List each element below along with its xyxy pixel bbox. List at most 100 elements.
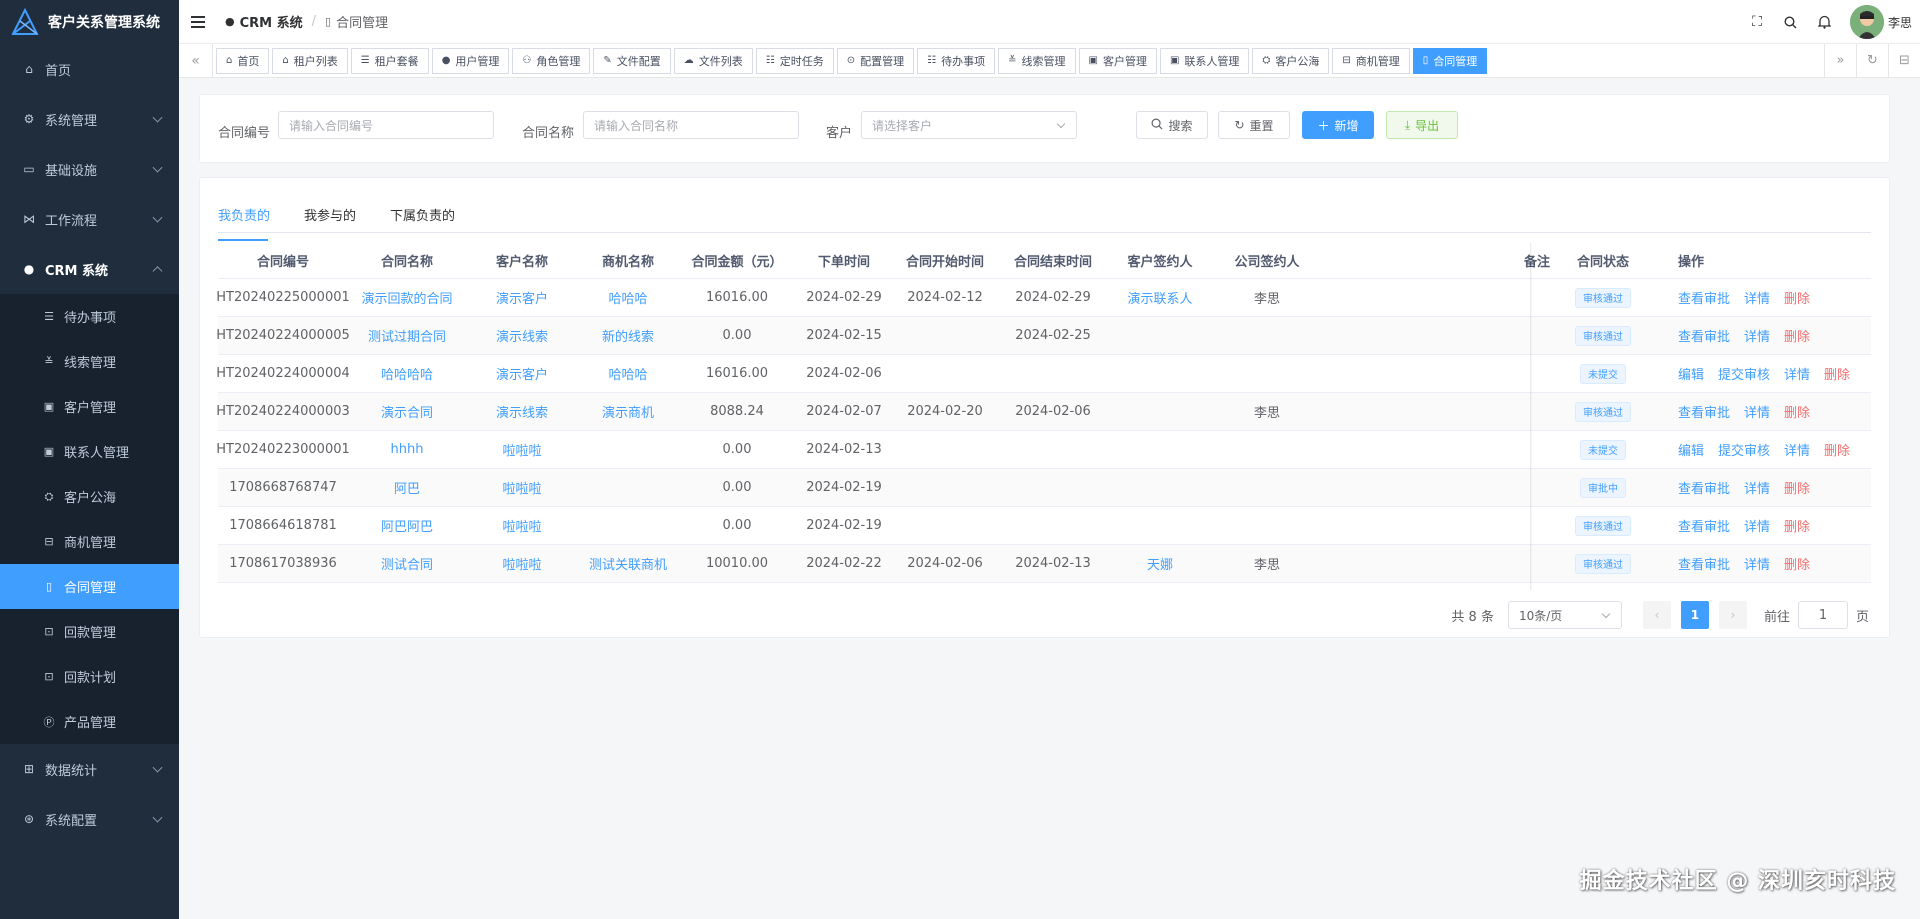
cell-business[interactable]: 演示商机 [578, 393, 678, 430]
page-size-select[interactable]: 10条/页 [1507, 601, 1622, 629]
refresh-icon[interactable]: ↻ [1856, 43, 1888, 78]
tag-item[interactable]: ⊟ 商机管理 [1332, 47, 1410, 74]
cell-customer[interactable]: 啦啦啦 [466, 431, 578, 468]
tab-subordinate[interactable]: 下属负责的 [390, 205, 455, 224]
cell-cust-signer[interactable]: 天娜 [1108, 545, 1212, 582]
row-action-delete[interactable]: 删除 [1784, 516, 1810, 535]
contract-no-input[interactable]: 请输入合同编号 [278, 111, 494, 139]
cell-name[interactable]: 演示合同 [348, 393, 466, 430]
row-action-edit[interactable]: 编辑 [1678, 440, 1704, 459]
tag-item[interactable]: ≚ 线索管理 [998, 47, 1076, 74]
sidebar-item-stats[interactable]: ⊞ 数据统计 [0, 744, 179, 794]
row-action-edit[interactable]: 编辑 [1678, 364, 1704, 383]
row-action-delete[interactable]: 删除 [1784, 402, 1810, 421]
tag-item[interactable]: ✎ 文件配置 [593, 47, 671, 74]
row-action-detail[interactable]: 详情 [1744, 516, 1770, 535]
cell-name[interactable]: 测试合同 [348, 545, 466, 582]
cell-business[interactable]: 哈哈哈 [578, 279, 678, 316]
cell-customer[interactable]: 啦啦啦 [466, 545, 578, 582]
tag-item[interactable]: ☷ 待办事项 [917, 47, 996, 74]
row-action-delete[interactable]: 删除 [1784, 478, 1810, 497]
row-action-view-approval[interactable]: 查看审批 [1678, 402, 1730, 421]
fullscreen-icon[interactable]: ⛶ [1749, 14, 1765, 30]
search-button[interactable]: 搜索 [1136, 111, 1208, 139]
sidebar-item-config[interactable]: ⊛ 系统配置 [0, 794, 179, 844]
cell-name[interactable]: 测试过期合同 [348, 317, 466, 354]
sidebar-item-payment[interactable]: ⊡ 回款管理 [0, 609, 179, 654]
reset-button[interactable]: ↻ 重置 [1218, 111, 1290, 139]
row-action-view-approval[interactable]: 查看审批 [1678, 516, 1730, 535]
cell-customer[interactable]: 演示线索 [466, 317, 578, 354]
cell-name[interactable]: hhhh [348, 431, 466, 468]
tag-item[interactable]: ☷ 定时任务 [755, 47, 834, 74]
sidebar-item-todo[interactable]: ☰ 待办事项 [0, 294, 179, 339]
customer-select[interactable]: 请选择客户 [861, 111, 1077, 139]
tab-participated[interactable]: 我参与的 [304, 205, 356, 224]
tag-item[interactable]: ⊙ 配置管理 [836, 47, 915, 74]
tags-scroll-left-icon[interactable]: « [179, 43, 213, 78]
tag-item[interactable]: ☁ 文件列表 [673, 47, 753, 74]
cell-customer[interactable]: 演示线索 [466, 393, 578, 430]
tag-item[interactable]: ⌂ 租户列表 [272, 47, 348, 74]
cell-business[interactable]: 测试关联商机 [578, 545, 678, 582]
prev-page-button[interactable]: ‹ [1642, 601, 1671, 629]
hamburger-icon[interactable] [191, 15, 207, 28]
tag-item[interactable]: ⛭ 客户公海 [1252, 47, 1330, 74]
logo[interactable]: 客户关系管理系统 [0, 0, 179, 44]
row-action-detail[interactable]: 详情 [1744, 478, 1770, 497]
sidebar-item-system[interactable]: ⚙ 系统管理 [0, 94, 179, 144]
bell-icon[interactable] [1817, 14, 1833, 30]
tag-item[interactable]: ⚇ 角色管理 [512, 47, 591, 74]
tag-item[interactable]: ▯ 合同管理 [1412, 47, 1488, 74]
add-button[interactable]: ＋ 新增 [1302, 111, 1374, 139]
row-action-detail[interactable]: 详情 [1784, 364, 1810, 383]
goto-page-input[interactable]: 1 [1797, 601, 1848, 629]
sidebar-item-home[interactable]: ⌂ 首页 [0, 44, 179, 94]
sidebar-item-clue[interactable]: ≚ 线索管理 [0, 339, 179, 384]
contract-name-input[interactable]: 请输入合同名称 [583, 111, 799, 139]
row-action-detail[interactable]: 详情 [1784, 440, 1810, 459]
row-action-view-approval[interactable]: 查看审批 [1678, 554, 1730, 573]
row-action-delete[interactable]: 删除 [1784, 326, 1810, 345]
sidebar-item-product[interactable]: Ⓟ 产品管理 [0, 699, 179, 744]
sidebar-item-workflow[interactable]: ⋈ 工作流程 [0, 194, 179, 244]
row-action-submit-audit[interactable]: 提交审核 [1718, 440, 1770, 459]
tag-item[interactable]: ☰ 租户套餐 [350, 47, 429, 74]
cell-customer[interactable]: 啦啦啦 [466, 507, 578, 544]
tab-mine[interactable]: 我负责的 [218, 205, 270, 241]
page-number-current[interactable]: 1 [1680, 601, 1709, 629]
row-action-detail[interactable]: 详情 [1744, 554, 1770, 573]
row-action-submit-audit[interactable]: 提交审核 [1718, 364, 1770, 383]
tag-item[interactable]: ▣ 联系人管理 [1159, 47, 1250, 74]
sidebar-item-infra[interactable]: ▭ 基础设施 [0, 144, 179, 194]
sidebar-item-sea[interactable]: ⛭ 客户公海 [0, 474, 179, 519]
row-action-detail[interactable]: 详情 [1744, 326, 1770, 345]
next-page-button[interactable]: › [1718, 601, 1747, 629]
cell-name[interactable]: 演示回款的合同 [348, 279, 466, 316]
cell-name[interactable]: 阿巴阿巴 [348, 507, 466, 544]
cell-business[interactable]: 哈哈哈 [578, 355, 678, 392]
sidebar-item-customer[interactable]: ▣ 客户管理 [0, 384, 179, 429]
cell-customer[interactable]: 演示客户 [466, 355, 578, 392]
tag-item[interactable]: ▣ 客户管理 [1078, 47, 1157, 74]
row-action-delete[interactable]: 删除 [1824, 440, 1850, 459]
row-action-detail[interactable]: 详情 [1744, 288, 1770, 307]
cell-name[interactable]: 哈哈哈哈 [348, 355, 466, 392]
cell-name[interactable]: 阿巴 [348, 469, 466, 506]
row-action-delete[interactable]: 删除 [1784, 554, 1810, 573]
row-action-view-approval[interactable]: 查看审批 [1678, 478, 1730, 497]
row-action-detail[interactable]: 详情 [1744, 402, 1770, 421]
sidebar-item-business[interactable]: ⊟ 商机管理 [0, 519, 179, 564]
sidebar-item-contract[interactable]: ▯ 合同管理 [0, 564, 179, 609]
sidebar-item-plan[interactable]: ⊡ 回款计划 [0, 654, 179, 699]
cell-customer[interactable]: 演示客户 [466, 279, 578, 316]
search-icon[interactable] [1783, 14, 1799, 30]
cell-business[interactable]: 新的线索 [578, 317, 678, 354]
export-button[interactable]: ⤓ 导出 [1386, 111, 1458, 139]
cell-cust-signer[interactable]: 演示联系人 [1108, 279, 1212, 316]
cell-customer[interactable]: 啦啦啦 [466, 469, 578, 506]
row-action-delete[interactable]: 删除 [1824, 364, 1850, 383]
user-name[interactable]: 李思 [1888, 14, 1912, 31]
tag-item[interactable]: ● 用户管理 [431, 47, 510, 74]
tag-item[interactable]: ⌂ 首页 [216, 47, 270, 74]
